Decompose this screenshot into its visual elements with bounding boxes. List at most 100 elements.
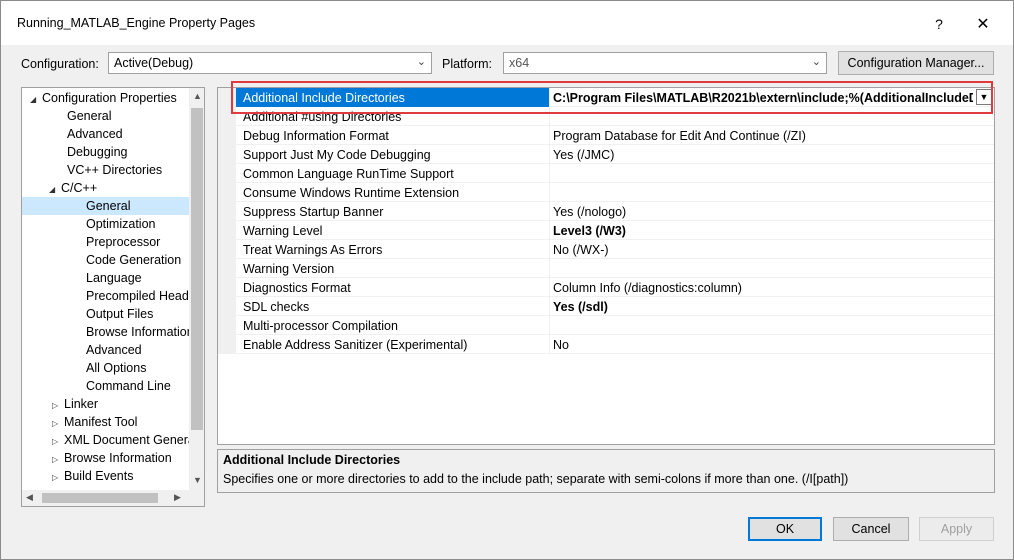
tree-item-c-cpp[interactable]: ◢ C/C++ xyxy=(49,179,97,197)
scroll-left-icon[interactable]: ◀ xyxy=(26,492,33,503)
grid-gutter xyxy=(218,88,236,354)
tree-item-all-options[interactable]: All Options xyxy=(86,359,146,377)
chevron-down-icon: ⌄ xyxy=(416,56,426,68)
column-divider xyxy=(549,202,550,221)
scroll-right-icon[interactable]: ▶ xyxy=(174,492,181,503)
tree-item-command-line[interactable]: Command Line xyxy=(86,377,171,395)
property-value[interactable]: No xyxy=(553,338,569,352)
chevron-down-icon[interactable]: ▼ xyxy=(976,89,992,105)
tree-item-label: Build Events xyxy=(64,469,134,483)
property-name: Common Language RunTime Support xyxy=(243,167,454,181)
scroll-up-icon[interactable]: ▲ xyxy=(193,91,202,101)
tree-item-optimization[interactable]: Optimization xyxy=(86,215,155,233)
property-name: Diagnostics Format xyxy=(243,281,351,295)
tree-item-label: Browse Information xyxy=(64,451,172,465)
close-button[interactable]: ✕ xyxy=(963,11,1003,37)
property-row-enable-address-sanitizer[interactable]: Enable Address Sanitizer (Experimental) … xyxy=(236,335,994,354)
property-name: Warning Version xyxy=(243,262,335,276)
column-divider xyxy=(549,335,550,354)
apply-button[interactable]: Apply xyxy=(919,517,994,541)
property-row-support-just-my-code[interactable]: Support Just My Code Debugging Yes (/JMC… xyxy=(236,145,994,164)
tree-item-precompiled-headers[interactable]: Precompiled Heade xyxy=(86,287,196,305)
property-row-suppress-startup-banner[interactable]: Suppress Startup Banner Yes (/nologo) xyxy=(236,202,994,221)
property-row-sdl-checks[interactable]: SDL checks Yes (/sdl) xyxy=(236,297,994,316)
property-value[interactable]: Yes (/JMC) xyxy=(553,148,614,162)
property-name: Debug Information Format xyxy=(243,129,389,143)
column-divider xyxy=(549,221,550,240)
property-name: Suppress Startup Banner xyxy=(243,205,384,219)
property-name: Additional #using Directories xyxy=(243,110,402,124)
category-tree[interactable]: ◢ Configuration Properties General Advanc… xyxy=(21,87,205,507)
property-value[interactable]: Program Database for Edit And Continue (… xyxy=(553,129,806,143)
tree-item-browse-information[interactable]: Browse Information xyxy=(86,323,194,341)
tree-horizontal-scrollbar[interactable]: ◀ ▶ xyxy=(22,490,204,506)
tree-item-configuration-properties[interactable]: ◢ Configuration Properties xyxy=(30,89,177,107)
property-grid: Additional Include Directories C:\Progra… xyxy=(217,87,995,445)
configuration-label: Configuration: xyxy=(21,57,99,71)
property-row-debug-information-format[interactable]: Debug Information Format Program Databas… xyxy=(236,126,994,145)
column-divider xyxy=(549,278,550,297)
property-value[interactable]: No (/WX-) xyxy=(553,243,609,257)
configuration-manager-button[interactable]: Configuration Manager... xyxy=(838,51,994,75)
tree-item-code-generation[interactable]: Code Generation xyxy=(86,251,181,269)
tree-item-debugging[interactable]: Debugging xyxy=(67,143,127,161)
tree-item-label: Configuration Properties xyxy=(42,91,177,105)
column-divider xyxy=(549,126,550,145)
description-panel: Additional Include Directories Specifies… xyxy=(217,449,995,493)
property-row-treat-warnings-as-errors[interactable]: Treat Warnings As Errors No (/WX-) xyxy=(236,240,994,259)
tree-item-advanced[interactable]: Advanced xyxy=(67,125,123,143)
tree-item-label: Linker xyxy=(64,397,99,411)
property-row-additional-include-directories[interactable]: Additional Include Directories C:\Progra… xyxy=(236,88,994,107)
collapse-icon[interactable]: ◢ xyxy=(30,91,42,109)
ok-button[interactable]: OK xyxy=(748,517,822,541)
title-bar: Running_MATLAB_Engine Property Pages ? ✕ xyxy=(1,1,1013,45)
tree-item-cpp-advanced[interactable]: Advanced xyxy=(86,341,142,359)
configuration-dropdown[interactable]: Active(Debug) ⌄ xyxy=(108,52,432,74)
property-pages-dialog: Running_MATLAB_Engine Property Pages ? ✕… xyxy=(0,0,1014,560)
tree-item-cpp-general[interactable]: General xyxy=(22,197,189,215)
tree-vertical-scroll-thumb[interactable] xyxy=(191,108,203,430)
scroll-down-icon[interactable]: ▼ xyxy=(193,475,202,485)
property-name: SDL checks xyxy=(243,300,310,314)
window-title: Running_MATLAB_Engine Property Pages xyxy=(17,16,256,30)
tree-vertical-scrollbar[interactable]: ▲ ▼ xyxy=(189,88,204,490)
property-row-warning-version[interactable]: Warning Version xyxy=(236,259,994,278)
tree-item-browse-information-tool[interactable]: ▷ Browse Information xyxy=(52,449,172,467)
tree-item-general[interactable]: General xyxy=(67,107,111,125)
property-value[interactable]: Column Info (/diagnostics:column) xyxy=(553,281,742,295)
property-value[interactable]: Level3 (/W3) xyxy=(553,224,626,238)
property-name: Support Just My Code Debugging xyxy=(243,148,431,162)
property-name: Warning Level xyxy=(243,224,323,238)
column-divider xyxy=(549,88,550,107)
property-row-consume-windows-runtime-extension[interactable]: Consume Windows Runtime Extension xyxy=(236,183,994,202)
property-row-common-language-runtime-support[interactable]: Common Language RunTime Support xyxy=(236,164,994,183)
platform-dropdown[interactable]: x64 ⌄ xyxy=(503,52,827,74)
cancel-button[interactable]: Cancel xyxy=(833,517,909,541)
help-icon: ? xyxy=(935,16,943,32)
tree-item-preprocessor[interactable]: Preprocessor xyxy=(86,233,160,251)
tree-item-build-events[interactable]: ▷ Build Events xyxy=(52,467,133,485)
property-row-additional-using-directories[interactable]: Additional #using Directories xyxy=(236,107,994,126)
column-divider xyxy=(549,316,550,335)
tree-item-label: XML Document Genera xyxy=(64,433,195,447)
tree-item-xml-document-generator[interactable]: ▷ XML Document Genera xyxy=(52,431,195,449)
property-row-diagnostics-format[interactable]: Diagnostics Format Column Info (/diagnos… xyxy=(236,278,994,297)
property-value[interactable]: Yes (/sdl) xyxy=(553,300,608,314)
column-divider xyxy=(549,297,550,316)
tree-item-output-files[interactable]: Output Files xyxy=(86,305,153,323)
tree-item-linker[interactable]: ▷ Linker xyxy=(52,395,98,413)
column-divider xyxy=(549,240,550,259)
tree-item-manifest-tool[interactable]: ▷ Manifest Tool xyxy=(52,413,137,431)
tree-horizontal-scroll-thumb[interactable] xyxy=(42,493,158,503)
column-divider xyxy=(549,164,550,183)
property-value-input[interactable]: C:\Program Files\MATLAB\R2021b\extern\in… xyxy=(553,91,973,105)
property-row-multi-processor-compilation[interactable]: Multi-processor Compilation xyxy=(236,316,994,335)
property-value[interactable]: Yes (/nologo) xyxy=(553,205,626,219)
description-text: Specifies one or more directories to add… xyxy=(223,472,849,486)
property-row-warning-level[interactable]: Warning Level Level3 (/W3) xyxy=(236,221,994,240)
column-divider xyxy=(549,183,550,202)
tree-item-vc-directories[interactable]: VC++ Directories xyxy=(67,161,162,179)
expand-icon[interactable]: ▷ xyxy=(52,469,64,487)
help-button[interactable]: ? xyxy=(919,11,959,37)
tree-item-language[interactable]: Language xyxy=(86,269,142,287)
